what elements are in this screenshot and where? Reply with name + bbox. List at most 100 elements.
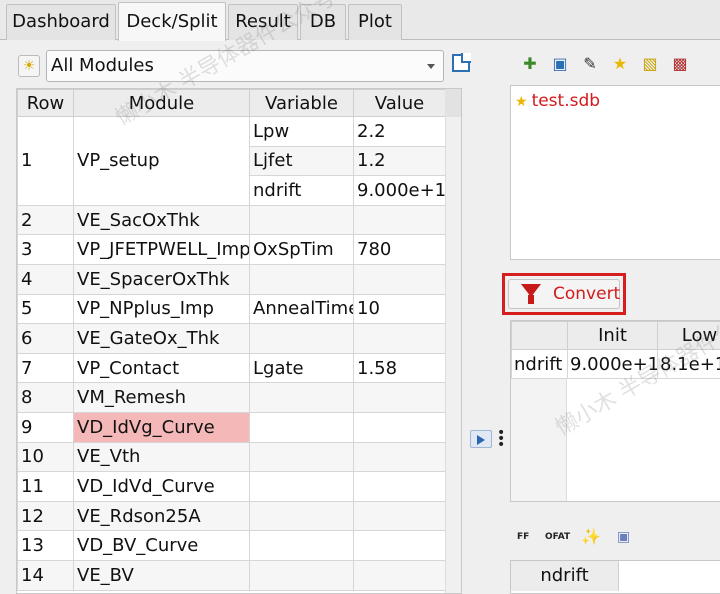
variable-cell[interactable]: [249, 382, 354, 413]
variable-cell[interactable]: Lpw: [249, 116, 354, 147]
splitter-handle[interactable]: • • •: [497, 426, 505, 452]
variable-cell[interactable]: [249, 263, 354, 295]
column-header-row[interactable]: Row: [17, 89, 74, 117]
row-number-cell[interactable]: 13: [17, 530, 74, 561]
value-cell[interactable]: [353, 471, 446, 502]
table-row[interactable]: 4 VE_SpacerOxThk: [17, 263, 446, 295]
value-cell[interactable]: [353, 204, 446, 236]
row-number-cell[interactable]: 8: [17, 382, 74, 413]
row-number-cell[interactable]: 2: [17, 204, 74, 236]
tab-deck-split[interactable]: Deck/Split: [118, 2, 226, 41]
param-header-low[interactable]: Low: [657, 321, 720, 350]
table-row[interactable]: 11 VD_IdVd_Curve: [17, 471, 446, 502]
column-header-variable[interactable]: Variable: [249, 89, 354, 117]
row-number-cell[interactable]: 6: [17, 323, 74, 354]
module-cell[interactable]: VP_setup: [73, 116, 250, 206]
value-cell[interactable]: 2.2: [353, 116, 446, 147]
param-name[interactable]: ndrift: [511, 349, 568, 379]
param-init-value[interactable]: 9.000e+15: [567, 349, 658, 379]
value-cell[interactable]: [353, 382, 446, 413]
module-cell[interactable]: VE_SacOxThk: [73, 204, 250, 236]
variable-cell[interactable]: OxSpTim: [249, 234, 354, 265]
value-cell[interactable]: 9.000e+15: [353, 175, 446, 206]
table-row[interactable]: 14 VE_BV: [17, 559, 446, 591]
star-icon[interactable]: ★: [609, 53, 631, 75]
module-cell[interactable]: VE_Vth: [73, 441, 250, 473]
value-cell[interactable]: [353, 411, 446, 443]
value-cell[interactable]: 1.58: [353, 352, 446, 384]
value-cell[interactable]: [353, 263, 446, 295]
variable-cell[interactable]: ndrift: [249, 175, 354, 206]
table-row[interactable]: 10 VE_Vth: [17, 441, 446, 473]
module-cell[interactable]: VE_Rdson25A: [73, 500, 250, 532]
tab-plot[interactable]: Plot: [348, 4, 402, 40]
param-header-init[interactable]: Init: [567, 321, 658, 350]
variable-cell[interactable]: [249, 500, 354, 532]
ff-button[interactable]: FF: [517, 528, 529, 546]
table-row[interactable]: 5 VP_NPplus_Imp AnnealTime 10: [17, 293, 446, 325]
row-number-cell[interactable]: 5: [17, 293, 74, 325]
value-cell[interactable]: [353, 530, 446, 561]
rename-icon[interactable]: ▧: [639, 53, 661, 75]
tab-dashboard[interactable]: Dashboard: [6, 4, 116, 40]
value-cell[interactable]: [353, 559, 446, 591]
row-number-cell[interactable]: 10: [17, 441, 74, 473]
row-number-cell[interactable]: 1: [17, 116, 74, 206]
table-row[interactable]: 7 VP_Contact Lgate 1.58: [17, 352, 446, 384]
module-cell[interactable]: VP_Contact: [73, 352, 250, 384]
module-cell[interactable]: VE_GateOx_Thk: [73, 323, 250, 354]
row-number-cell[interactable]: 9: [17, 411, 74, 443]
table-row[interactable]: 9 VD_IdVg_Curve: [17, 411, 446, 443]
value-cell[interactable]: 780: [353, 234, 446, 265]
variable-cell[interactable]: [249, 411, 354, 443]
variable-cell[interactable]: [249, 441, 354, 473]
module-cell[interactable]: VE_SpacerOxThk: [73, 263, 250, 295]
variable-cell[interactable]: Ljfet: [249, 145, 354, 177]
module-cell[interactable]: VD_BV_Curve: [73, 530, 250, 561]
row-number-cell[interactable]: 11: [17, 471, 74, 502]
row-number-cell[interactable]: 12: [17, 500, 74, 532]
palette-icon[interactable]: ▩: [669, 53, 691, 75]
table-row[interactable]: 13 VD_BV_Curve: [17, 530, 446, 561]
vertical-scrollbar[interactable]: [445, 89, 461, 593]
new-folder-icon[interactable]: ▣: [549, 53, 571, 75]
table-row[interactable]: 6 VE_GateOx_Thk: [17, 323, 446, 354]
value-cell[interactable]: 10: [353, 293, 446, 325]
bulb-icon[interactable]: ☀: [18, 55, 40, 77]
table-row[interactable]: 8 VM_Remesh: [17, 382, 446, 413]
param-low-value[interactable]: 8.1e+15: [657, 349, 720, 379]
edit-icon[interactable]: ✎: [579, 53, 601, 75]
chart-icon[interactable]: ▣: [617, 528, 630, 546]
row-number-cell[interactable]: 4: [17, 263, 74, 295]
transfer-arrow-icon[interactable]: [470, 430, 492, 448]
wand-icon[interactable]: ✨: [581, 528, 601, 546]
row-number-cell[interactable]: 7: [17, 352, 74, 384]
module-cell[interactable]: VE_BV: [73, 559, 250, 591]
variable-cell[interactable]: AnnealTime: [249, 293, 354, 325]
value-cell[interactable]: [353, 323, 446, 354]
value-cell[interactable]: [353, 500, 446, 532]
value-cell[interactable]: [353, 441, 446, 473]
tab-db[interactable]: DB: [300, 4, 346, 40]
table-row[interactable]: 2 VE_SacOxThk: [17, 204, 446, 236]
row-number-cell[interactable]: 14: [17, 559, 74, 591]
module-cell[interactable]: VD_IdVg_Curve: [73, 411, 250, 443]
variable-cell[interactable]: [249, 559, 354, 591]
module-cell[interactable]: VM_Remesh: [73, 382, 250, 413]
row-number-cell[interactable]: 3: [17, 234, 74, 265]
tab-result[interactable]: Result: [228, 4, 298, 40]
table-row[interactable]: 3 VP_JFETPWELL_Imp OxSpTim 780: [17, 234, 446, 265]
ofat-button[interactable]: OFAT: [545, 528, 570, 546]
popout-icon[interactable]: [452, 53, 471, 72]
variable-cell[interactable]: [249, 530, 354, 561]
column-header-module[interactable]: Module: [73, 89, 250, 117]
module-cell[interactable]: VP_JFETPWELL_Imp: [73, 234, 250, 265]
new-file-icon[interactable]: ✚: [519, 53, 541, 75]
table-row[interactable]: 1 VP_setup Lpw 2.2: [17, 116, 446, 206]
module-cell[interactable]: VP_NPplus_Imp: [73, 293, 250, 325]
variable-cell[interactable]: [249, 323, 354, 354]
variable-cell[interactable]: Lgate: [249, 352, 354, 384]
variable-cell[interactable]: [249, 204, 354, 236]
doe-column-header[interactable]: ndrift: [511, 561, 619, 591]
convert-button[interactable]: Convert: [508, 279, 620, 309]
